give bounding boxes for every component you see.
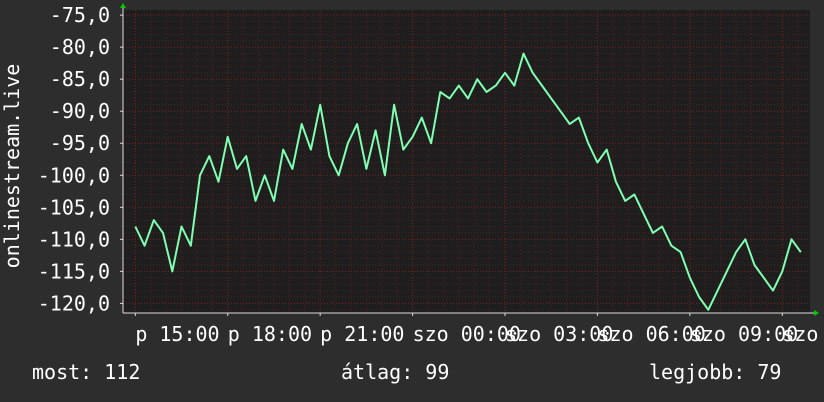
x-axis-arrow <box>814 310 819 316</box>
stat-current: most: 112 <box>32 360 141 384</box>
plot-area <box>123 10 810 313</box>
y-axis-title: onlinestream.live <box>0 64 24 269</box>
y-tick-label: -95,0 <box>50 131 110 155</box>
y-axis-ticks: -75,0 -80,0 -85,0 -90,0 -95,0 -100,0 -105,0 -11… <box>38 3 123 315</box>
y-tick-label: -85,0 <box>50 67 110 91</box>
stat-best: legjobb: 79 <box>649 360 782 384</box>
x-tick-label: p 21:00 <box>320 322 404 346</box>
x-tick-label: p 18:00 <box>228 322 312 346</box>
stats-footer: most: 112 átlag: 99 legjobb: 79 <box>0 360 824 390</box>
stat-average: átlag: 99 <box>341 360 450 384</box>
y-tick-label: -100,0 <box>38 163 110 187</box>
x-tick-label: szo 12:00 <box>782 322 824 346</box>
y-tick-label: -115,0 <box>38 259 110 283</box>
y-tick-label: -90,0 <box>50 99 110 123</box>
y-tick-label: -105,0 <box>38 195 110 219</box>
y-tick-label: -120,0 <box>38 291 110 315</box>
x-tick-label: p 15:00 <box>135 322 219 346</box>
y-tick-label: -110,0 <box>38 227 110 251</box>
y-tick-label: -75,0 <box>50 3 110 27</box>
y-tick-label: -80,0 <box>50 35 110 59</box>
x-axis-ticks: p 15:00 p 18:00 p 21:00 szo 00:00szo 03:00s… <box>134 313 824 346</box>
line-chart: -75,0 -80,0 -85,0 -90,0 -95,0 -100,0 -105,0 -11… <box>0 3 824 346</box>
y-axis-arrow <box>120 3 126 8</box>
